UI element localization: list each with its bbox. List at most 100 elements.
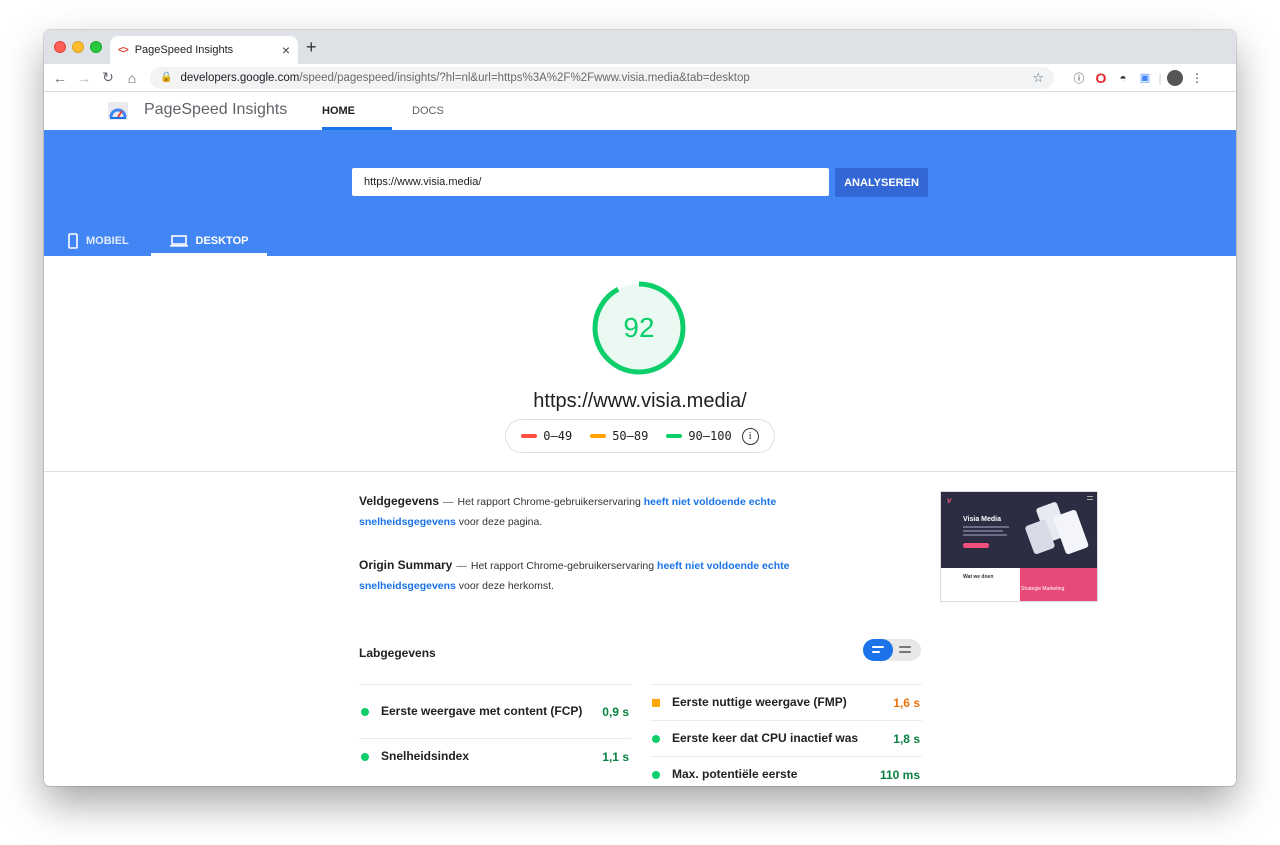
metrics-view-toggle[interactable] xyxy=(863,639,921,661)
score-gauge: 92 xyxy=(591,280,687,376)
metric-value: 1,6 s xyxy=(893,695,920,710)
url-path: /speed/pagespeed/insights/?hl=nl&url=htt… xyxy=(299,71,750,84)
metric-row: Eerste weergave met content (FCP) 0,9 s xyxy=(359,684,631,738)
metric-row: Snelheidsindex 1,1 s xyxy=(359,738,631,774)
laptop-icon xyxy=(169,235,188,247)
minimize-window-button[interactable] xyxy=(72,41,84,53)
origin-summary-text: Het rapport Chrome-gebruikerservaring xyxy=(470,560,655,572)
origin-summary-title: Origin Summary xyxy=(359,558,453,572)
tab-desktop[interactable]: DESKTOP xyxy=(151,226,267,256)
brand-title[interactable]: PageSpeed Insights xyxy=(144,101,287,119)
legend-bad: 0–49 xyxy=(521,429,572,443)
origin-summary: Origin Summary — Het rapport Chrome-gebrui… xyxy=(359,555,829,596)
maximize-window-button[interactable] xyxy=(90,41,102,53)
legend-average-label: 50–89 xyxy=(612,429,649,443)
legend-bad-label: 0–49 xyxy=(543,429,573,443)
address-bar[interactable]: 🔒 developers.google.com/speed/pagespeed/… xyxy=(150,66,1054,89)
metric-status-icon xyxy=(652,770,660,779)
legend-good-label: 90–100 xyxy=(688,429,732,443)
thumb-heading: Visia Media xyxy=(963,516,1002,523)
metric-status-icon xyxy=(652,734,660,743)
metric-value: 1,8 s xyxy=(893,731,920,746)
metric-value: 0,9 s xyxy=(602,704,629,719)
bookmark-star-icon[interactable]: ☆ xyxy=(1032,70,1044,86)
opera-extension-icon[interactable]: O xyxy=(1090,70,1112,86)
close-window-button[interactable] xyxy=(54,41,66,53)
nav-docs[interactable]: DOCS xyxy=(412,105,444,117)
thumb-section-title-2: Strategie Marketing xyxy=(1021,586,1065,592)
metric-name: Eerste weergave met content (FCP) xyxy=(381,704,583,718)
profile-avatar[interactable] xyxy=(1164,69,1186,86)
tab-title: PageSpeed Insights xyxy=(134,44,234,56)
toolbar-divider: | xyxy=(1158,70,1162,85)
search-band: ANALYSEREN MOBIEL DESKTOP xyxy=(44,130,1236,256)
field-data-text: Het rapport Chrome-gebruikerservaring xyxy=(457,496,641,508)
section-divider xyxy=(44,471,1236,472)
ghost-extension-icon[interactable]: ◓ xyxy=(1112,71,1134,85)
browser-tab[interactable]: <> PageSpeed Insights × xyxy=(110,36,298,64)
url-host: developers.google.com xyxy=(180,71,300,84)
metric-status-icon xyxy=(361,707,369,716)
metric-name: Max. potentiële eerste xyxy=(672,767,798,781)
origin-summary-separator: — xyxy=(456,560,467,572)
metric-value: 110 ms xyxy=(879,767,920,782)
phone-icon xyxy=(68,233,78,249)
new-tab-button[interactable]: + xyxy=(306,37,317,58)
compact-view-icon xyxy=(872,646,884,656)
tab-close-icon[interactable]: × xyxy=(282,42,290,58)
tab-mobile-label: MOBIEL xyxy=(86,235,129,247)
thumb-logo: v xyxy=(947,496,952,505)
back-icon[interactable]: ← xyxy=(48,70,72,86)
thumb-menu-icon xyxy=(1087,496,1093,500)
menu-kebab-icon[interactable]: ⋮ xyxy=(1186,71,1208,85)
tab-strip: <> PageSpeed Insights × + xyxy=(44,30,1236,64)
legend-good-marker xyxy=(666,434,683,438)
nav-home[interactable]: HOME xyxy=(322,105,355,117)
thumb-button xyxy=(963,543,989,548)
thumb-line xyxy=(963,530,1003,532)
pagespeed-logo-icon xyxy=(108,102,128,120)
legend-info-icon[interactable]: i xyxy=(741,427,759,445)
metrics-left-column: Eerste weergave met content (FCP) 0,9 s Sn… xyxy=(359,684,631,774)
reload-icon[interactable]: ↻ xyxy=(96,69,120,86)
analyze-button[interactable]: ANALYSEREN xyxy=(835,168,928,197)
metrics-right-column: Eerste nuttige weergave (FMP) 1,6 s Eerste… xyxy=(650,684,922,786)
browser-toolbar: ← → ↻ ⌂ 🔒 developers.google.com/speed/pa… xyxy=(44,64,1236,92)
browser-window: <> PageSpeed Insights × + ← → ↻ ⌂ 🔒 deve… xyxy=(44,30,1236,786)
legend-average-marker xyxy=(590,434,607,438)
metric-row: Max. potentiële eerste 110 ms xyxy=(650,756,922,786)
score-value: 92 xyxy=(623,312,655,343)
metric-row: Eerste nuttige weergave (FMP) 1,6 s xyxy=(650,684,922,720)
field-data-title: Veldgegevens xyxy=(359,494,440,508)
lab-data-title: Labgegevens xyxy=(359,646,436,660)
page-screenshot-thumbnail: v Visia Media Wat we doen Strategie Mark… xyxy=(940,491,1098,602)
analyzed-url: https://www.visia.media/ xyxy=(533,390,747,412)
forward-icon[interactable]: → xyxy=(72,70,96,86)
url-input[interactable] xyxy=(352,168,829,196)
metric-name: Snelheidsindex xyxy=(381,749,470,763)
field-data-summary: Veldgegevens — Het rapport Chrome-gebruike… xyxy=(359,491,829,532)
thumb-line xyxy=(963,534,1007,536)
thumb-section-right xyxy=(1020,568,1097,601)
blue-extension-icon[interactable]: ▣ xyxy=(1134,71,1156,84)
info-extension-icon[interactable]: ⓘ xyxy=(1068,70,1090,86)
psi-header: PageSpeed Insights HOME DOCS xyxy=(44,93,1236,130)
lock-icon: 🔒 xyxy=(160,72,173,83)
field-data-text-after: voor deze pagina. xyxy=(458,516,543,528)
thumb-section-title: Wat we doen xyxy=(963,574,994,580)
thumb-line xyxy=(963,526,1009,528)
legend-average: 50–89 xyxy=(590,429,648,443)
field-data-separator: — xyxy=(443,496,454,508)
legend-good: 90–100 xyxy=(666,429,732,443)
tab-desktop-label: DESKTOP xyxy=(195,235,249,247)
origin-summary-text-after: voor deze herkomst. xyxy=(458,580,554,592)
metric-status-icon xyxy=(652,698,660,707)
metric-name: Eerste keer dat CPU inactief was xyxy=(672,731,859,745)
home-icon[interactable]: ⌂ xyxy=(120,70,144,86)
tab-mobile[interactable]: MOBIEL xyxy=(68,226,129,256)
metric-name: Eerste nuttige weergave (FMP) xyxy=(672,695,847,709)
metric-status-icon xyxy=(361,752,369,761)
expanded-view-icon[interactable] xyxy=(899,646,911,653)
score-legend: 0–49 50–89 90–100 i xyxy=(505,419,775,453)
metric-value: 1,1 s xyxy=(602,749,629,764)
